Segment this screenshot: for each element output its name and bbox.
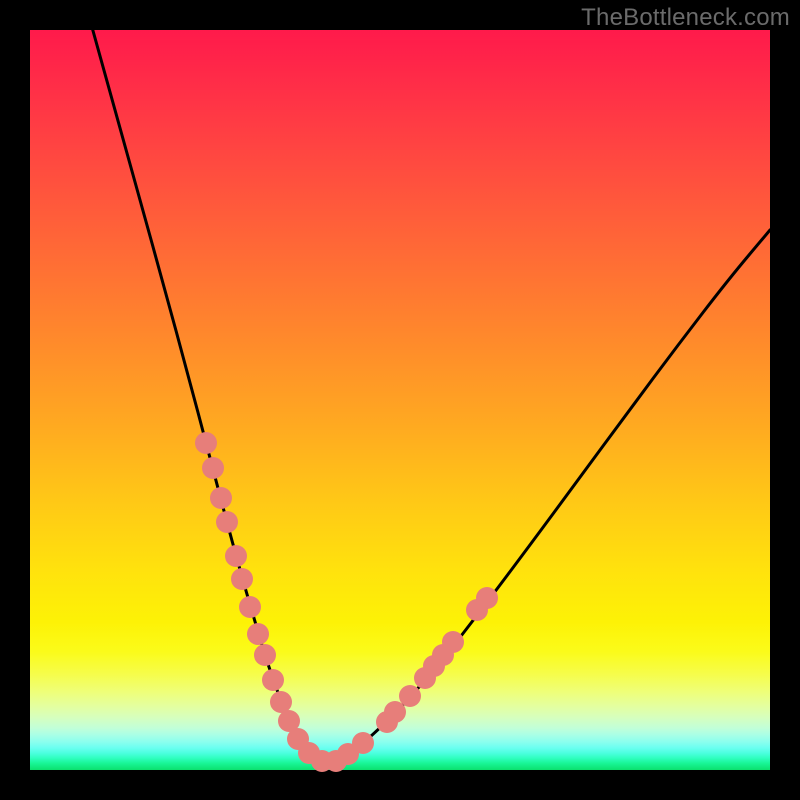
highlight-dot xyxy=(270,691,292,713)
highlight-dot xyxy=(399,685,421,707)
highlight-dot xyxy=(352,732,374,754)
chart-frame: TheBottleneck.com xyxy=(0,0,800,800)
highlight-dot xyxy=(384,701,406,723)
highlight-dot xyxy=(195,432,217,454)
highlight-dot xyxy=(216,511,238,533)
highlight-dot xyxy=(254,644,276,666)
highlight-dot xyxy=(231,568,253,590)
bottleneck-curve-path xyxy=(90,20,770,761)
highlight-dot xyxy=(202,457,224,479)
highlight-dot xyxy=(262,669,284,691)
highlight-dots xyxy=(195,432,498,772)
highlight-dot xyxy=(476,587,498,609)
chart-svg xyxy=(30,30,770,770)
curve-line xyxy=(90,20,770,761)
chart-plot-area xyxy=(30,30,770,770)
highlight-dot xyxy=(442,631,464,653)
highlight-dot xyxy=(225,545,247,567)
highlight-dot xyxy=(210,487,232,509)
highlight-dot xyxy=(239,596,261,618)
highlight-dot xyxy=(247,623,269,645)
watermark-label: TheBottleneck.com xyxy=(581,4,790,32)
